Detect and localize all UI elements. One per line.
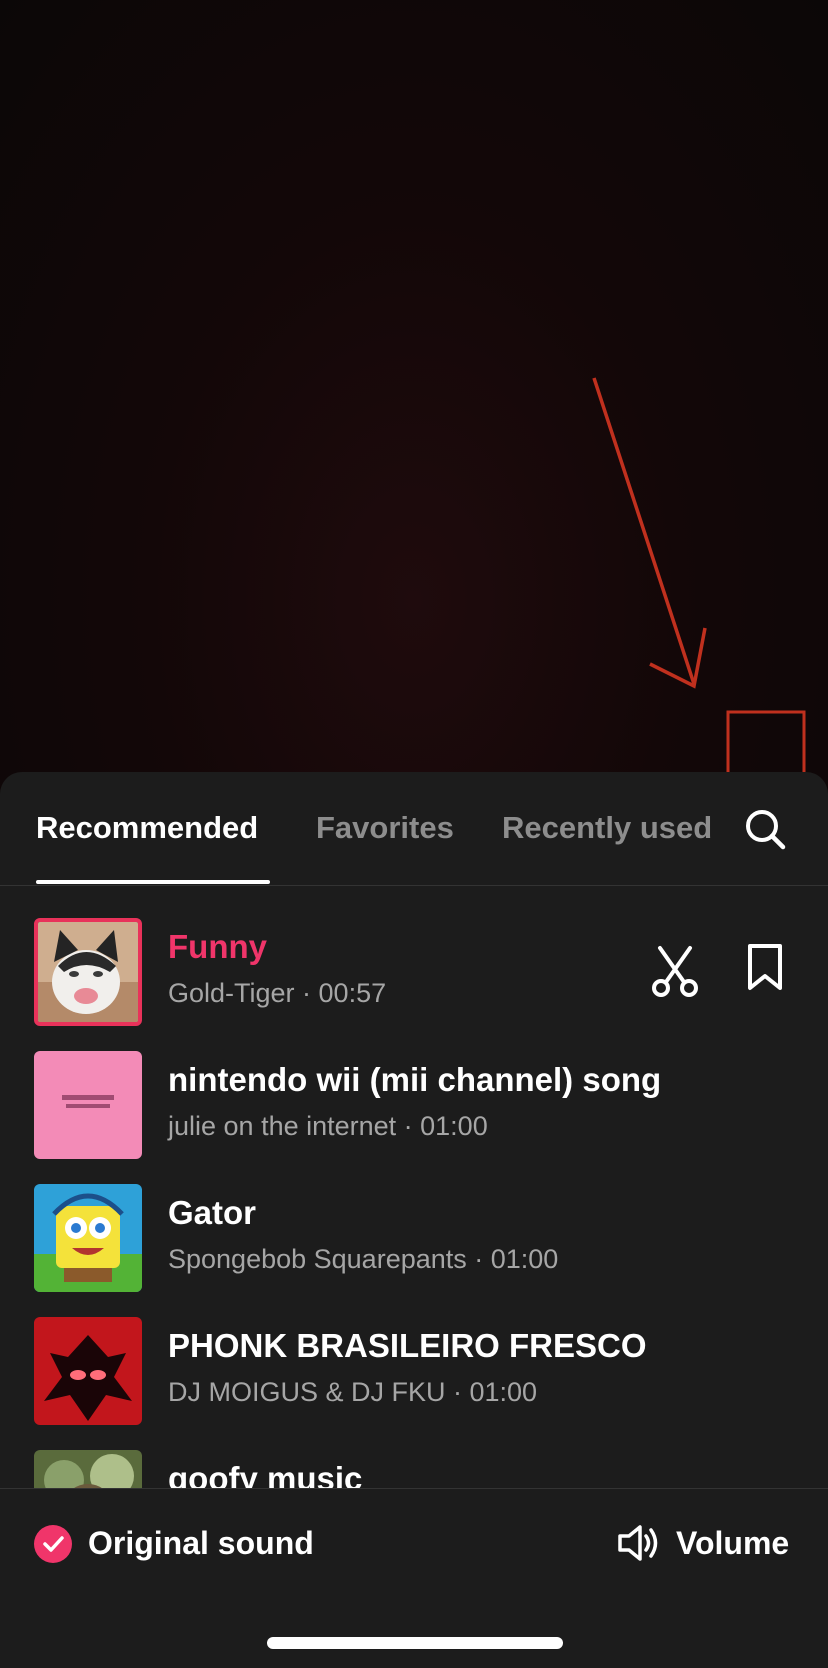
volume-button[interactable]: Volume [614,1519,798,1569]
track-title: PHONK BRASILEIRO FRESCO [168,1327,647,1364]
track-title: Gator [168,1194,257,1231]
track-thumbnail [34,1051,142,1159]
track-title: Funny [168,928,267,965]
bottom-bar: Original sound Volume [0,1488,828,1668]
search-button[interactable] [738,802,794,858]
track-artist-duration: Gold-Tiger · 00:57 [168,978,387,1008]
original-sound-label: Original sound [88,1525,314,1561]
tab-bar: Recommended Favorites Recently used [0,772,828,886]
scissors-icon [652,946,698,997]
active-tab-indicator [36,880,270,884]
home-indicator[interactable] [267,1637,563,1649]
favorite-button[interactable] [744,942,786,994]
video-preview [0,0,828,800]
track-row[interactable]: PHONK BRASILEIRO FRESCO DJ MOIGUS & DJ F… [0,1317,828,1449]
tab-recently-used[interactable]: Recently used [502,810,712,846]
track-artist-duration: julie on the internet · 01:00 [168,1111,488,1141]
track-thumbnail [34,918,142,1026]
music-sheet: Recommended Favorites Recently used Funn… [0,772,828,1668]
tab-favorites[interactable]: Favorites [316,810,454,846]
track-thumbnail [34,1317,142,1425]
track-row[interactable]: Gator Spongebob Squarepants · 01:00 [0,1184,828,1316]
check-icon [43,1536,64,1552]
track-row[interactable]: Funny Gold-Tiger · 00:57 [0,918,828,1050]
track-list: Funny Gold-Tiger · 00:57 nintendo wii (m… [0,888,828,1488]
track-artist-duration: DJ MOIGUS & DJ FKU · 01:00 [168,1377,538,1407]
track-row[interactable]: nintendo wii (mii channel) song julie on… [0,1051,828,1183]
track-thumbnail [34,1450,142,1488]
bookmark-icon [748,944,782,990]
tab-recommended[interactable]: Recommended [36,810,258,846]
track-title: goofy music [168,1460,363,1488]
track-artist-duration: Spongebob Squarepants · 01:00 [168,1244,559,1274]
speaker-icon [618,1525,658,1561]
track-title: nintendo wii (mii channel) song [168,1061,662,1098]
trim-button[interactable] [650,942,700,998]
original-sound-checkbox[interactable] [34,1525,72,1563]
track-thumbnail [34,1184,142,1292]
search-icon [746,810,786,850]
track-row[interactable]: goofy music [0,1450,828,1488]
volume-label: Volume [676,1525,790,1561]
